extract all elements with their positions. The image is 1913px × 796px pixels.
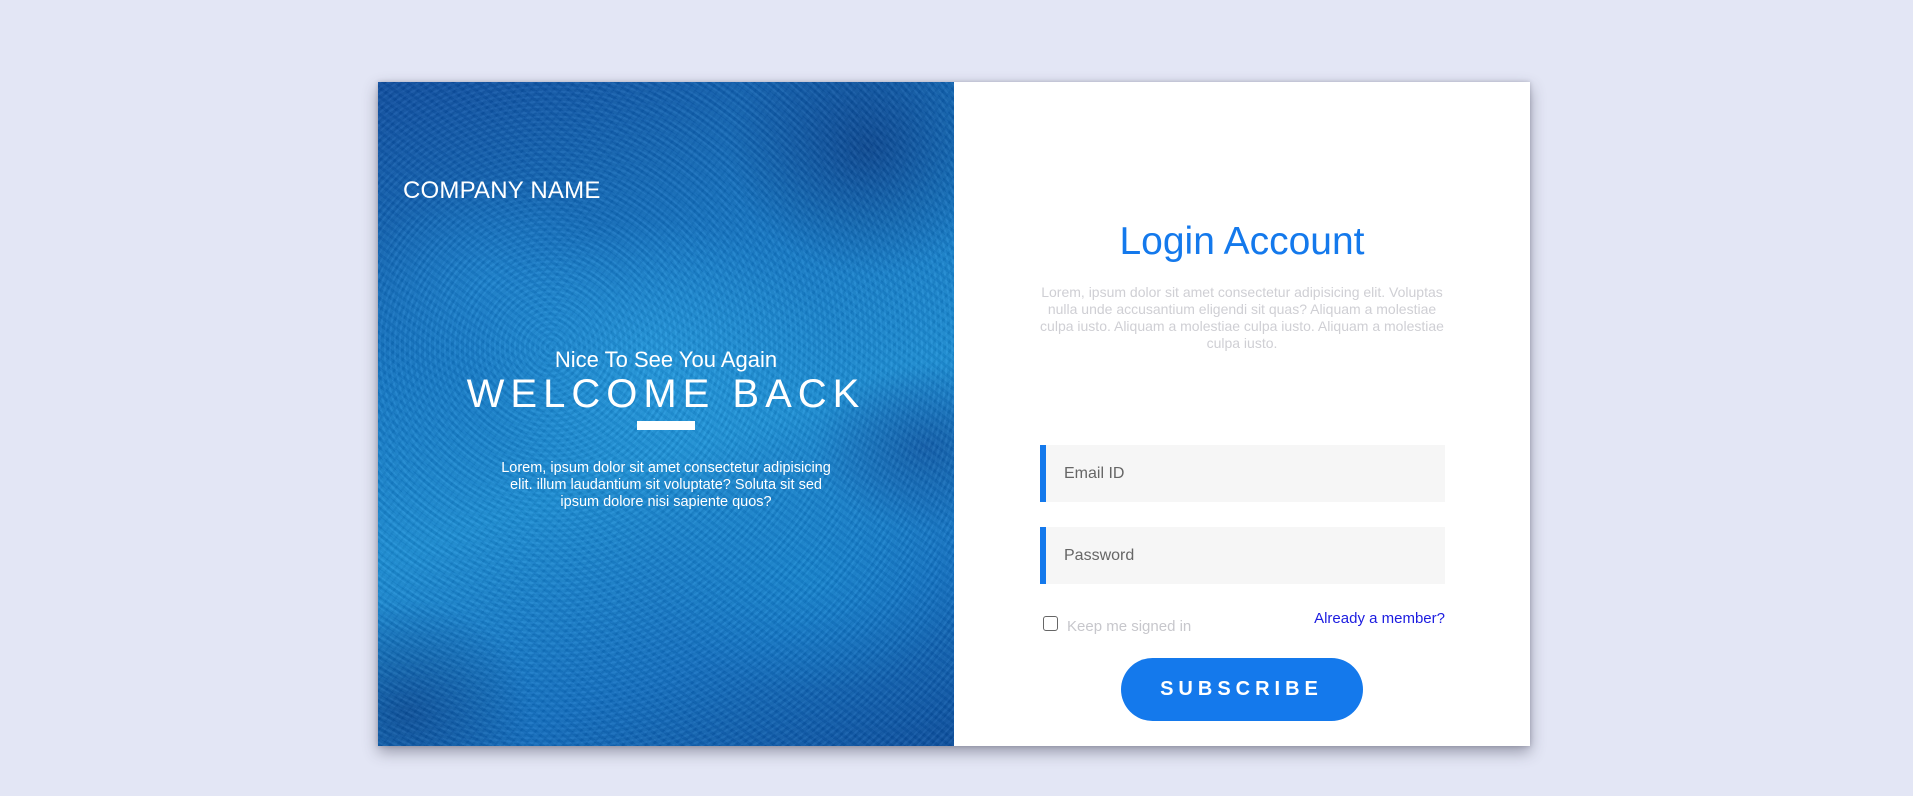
welcome-heading: WELCOME BACK	[466, 372, 866, 416]
company-name: COMPANY NAME	[403, 177, 601, 204]
welcome-description: Lorem, ipsum dolor sit amet consectetur …	[501, 460, 831, 510]
remember-me-label[interactable]: Keep me signed in	[1067, 618, 1191, 635]
login-description: Lorem, ipsum dolor sit amet consectetur …	[1040, 284, 1444, 351]
login-title: Login Account	[1119, 220, 1365, 263]
remember-me-checkbox[interactable]	[1043, 616, 1058, 631]
already-member-link[interactable]: Already a member?	[1310, 610, 1445, 627]
login-card: COMPANY NAME Nice To See You Again WELCO…	[378, 82, 1530, 746]
heading-underline	[637, 421, 695, 430]
password-field-container	[1040, 527, 1445, 584]
greeting-text: Nice To See You Again	[554, 347, 778, 372]
email-input[interactable]	[1046, 445, 1445, 502]
subscribe-button[interactable]: SUBSCRIBE	[1121, 658, 1363, 721]
password-input[interactable]	[1046, 527, 1445, 584]
login-panel: Login Account Lorem, ipsum dolor sit ame…	[954, 82, 1530, 746]
welcome-panel: COMPANY NAME Nice To See You Again WELCO…	[378, 82, 954, 746]
remember-me: Keep me signed in	[1043, 612, 1191, 635]
email-field-container	[1040, 445, 1445, 502]
